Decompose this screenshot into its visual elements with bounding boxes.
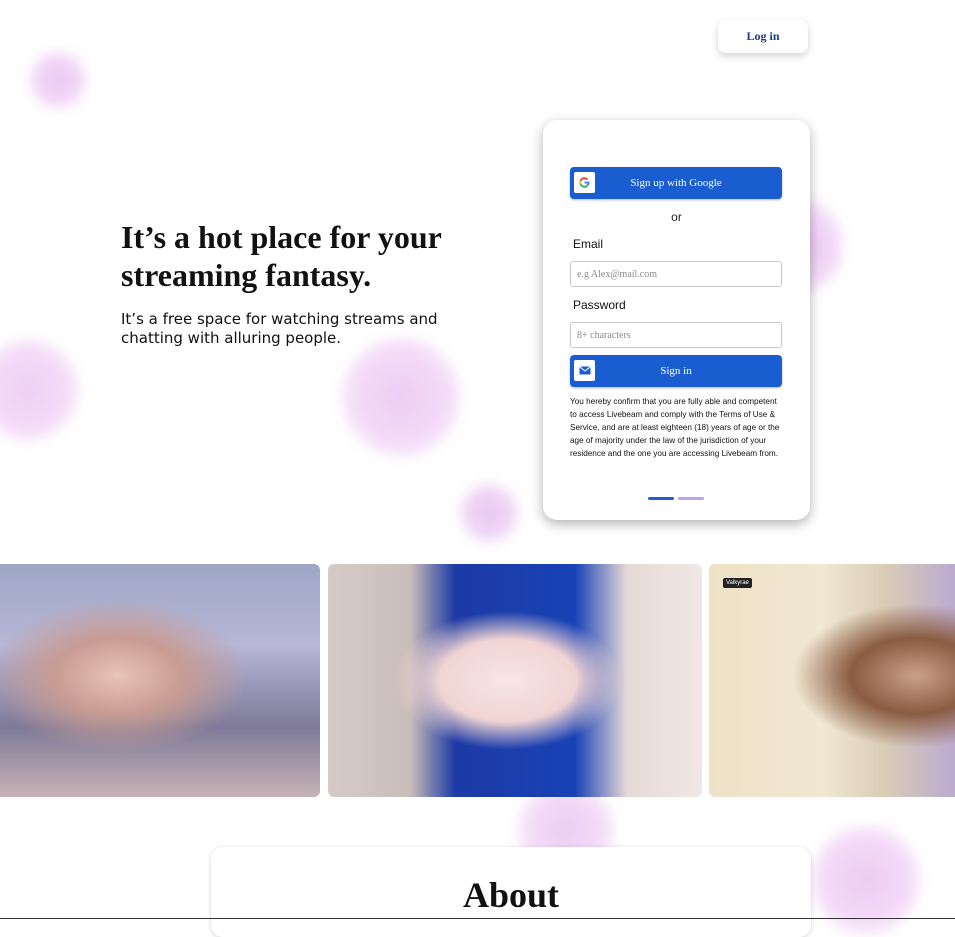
google-signup-button[interactable]: Sign up with Google — [570, 167, 782, 199]
stream-thumbnail[interactable] — [328, 564, 702, 797]
google-signup-label: Sign up with Google — [630, 177, 722, 189]
password-field[interactable] — [570, 322, 782, 348]
signin-button[interactable]: Sign in — [570, 355, 782, 387]
or-divider: or — [671, 210, 682, 224]
about-title: About — [462, 875, 560, 915]
signin-label: Sign in — [660, 365, 692, 377]
email-field[interactable] — [570, 261, 782, 287]
stream-thumbnail[interactable]: Valkyrae — [709, 564, 955, 797]
decorative-blob — [0, 340, 78, 440]
hero-title: It’s a hot place for your streaming fant… — [121, 219, 442, 293]
stream-thumbnail[interactable] — [0, 564, 320, 797]
terms-text: You hereby confirm that you are fully ab… — [570, 397, 780, 458]
hero-subtitle: It’s a free space for watching streams a… — [121, 310, 438, 347]
pager-dot[interactable] — [678, 497, 704, 500]
decorative-blob — [460, 484, 518, 542]
google-logo-icon — [574, 172, 595, 193]
password-label: Password — [573, 298, 626, 312]
divider — [0, 918, 955, 919]
streamer-name-badge: Valkyrae — [723, 578, 752, 588]
envelope-icon — [574, 360, 595, 381]
about-section: About — [211, 847, 811, 937]
pager-dot-active[interactable] — [648, 497, 674, 500]
decorative-blob — [342, 338, 460, 456]
login-button[interactable]: Log in — [718, 20, 808, 53]
email-label: Email — [573, 237, 604, 251]
decorative-blob — [30, 52, 86, 108]
signup-card: Sign up with Google or Email Password Si… — [543, 120, 810, 520]
